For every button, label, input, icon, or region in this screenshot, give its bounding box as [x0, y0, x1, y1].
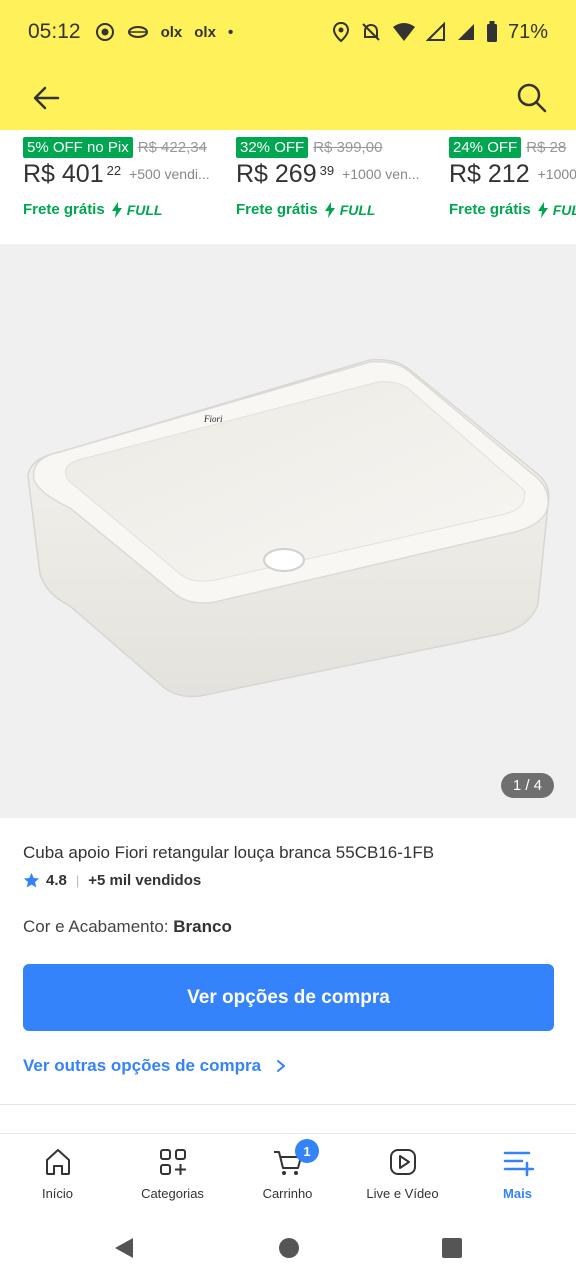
product-card[interactable]: 24% OFF R$ 28 R$ 212 +1000 Frete grátis … [449, 130, 576, 242]
variant-value: Branco [173, 917, 232, 936]
nav-home[interactable]: Início [0, 1134, 115, 1214]
arrow-left-icon[interactable] [28, 80, 64, 116]
nav-label: Carrinho [262, 1186, 313, 1201]
battery-icon [486, 21, 497, 42]
sold-count: +5 mil vendidos [88, 872, 202, 889]
full-badge: FULL [126, 201, 163, 218]
chevron-right-icon [277, 1060, 286, 1072]
nav-categories[interactable]: Categorias [115, 1134, 230, 1214]
star-icon [23, 872, 40, 888]
whatsapp-icon [95, 23, 114, 41]
sold-count: +500 vendi... [129, 166, 210, 182]
old-price: R$ 28 [526, 139, 567, 156]
home-circle-icon[interactable] [278, 1236, 300, 1260]
mute-icon [362, 23, 380, 41]
nav-more[interactable]: Mais [460, 1134, 575, 1214]
discount-badge: 24% OFF [449, 137, 522, 158]
nav-label: Mais [503, 1186, 532, 1201]
product-title: Cuba apoio Fiori retangular louça branca… [23, 843, 435, 862]
menu-more-icon [503, 1151, 534, 1177]
rating-value: 4.8 [46, 872, 67, 889]
system-navigation-bar [0, 1214, 576, 1280]
product-card[interactable]: 5% OFF no Pix R$ 422,34 R$ 401 22 +500 v… [23, 130, 236, 242]
divider [0, 1104, 576, 1105]
rating-summary[interactable]: 4.8 | +5 mil vendidos [23, 872, 201, 889]
other-buy-options-label: Ver outras opções de compra [23, 1056, 262, 1075]
categories-icon [159, 1149, 186, 1175]
price: R$ 212 [449, 160, 530, 188]
buy-options-button[interactable]: Ver opções de compra [23, 964, 554, 1031]
status-time: 05:12 [28, 20, 81, 43]
search-icon[interactable] [514, 80, 550, 116]
product-image-gallery[interactable]: Fiori 1 / 4 [0, 244, 576, 818]
discount-badge: 32% OFF [236, 137, 309, 158]
price-cents: 39 [319, 163, 335, 178]
cart-badge: 1 [295, 1139, 319, 1163]
app-bar [0, 64, 576, 130]
free-shipping-label: Frete grátis [449, 201, 531, 218]
lightning-icon [111, 201, 122, 218]
brand-mark: Fiori [203, 414, 223, 424]
lightning-icon [324, 201, 335, 218]
wifi-icon [392, 23, 415, 41]
old-price: R$ 399,00 [313, 139, 383, 156]
signal-icon [457, 24, 474, 40]
nav-label: Início [41, 1186, 74, 1201]
variant-selector[interactable]: Cor e Acabamento: Branco [23, 917, 232, 937]
bottom-navigation: Início Categorias 1 Carrinho Live e Víde… [0, 1134, 576, 1214]
recents-square-icon[interactable] [441, 1236, 463, 1260]
old-price: R$ 422,34 [137, 139, 207, 156]
price: R$ 401 [23, 160, 104, 188]
notification-dot: • [227, 23, 234, 41]
nav-label: Categorias [141, 1186, 204, 1201]
related-products-carousel[interactable]: 5% OFF no Pix R$ 422,34 R$ 401 22 +500 v… [0, 130, 576, 242]
full-badge: FULL [339, 201, 376, 218]
lightning-icon [537, 201, 548, 218]
separator: | [75, 873, 80, 888]
home-icon [45, 1149, 70, 1175]
other-buy-options-link[interactable]: Ver outras opções de compra [23, 1056, 287, 1076]
nav-live-video[interactable]: Live e Vídeo [345, 1134, 460, 1214]
variant-label: Cor e Acabamento: [23, 917, 169, 936]
play-video-icon [389, 1149, 416, 1175]
product-image: Fiori [27, 358, 550, 698]
battery-level: 71% [507, 20, 548, 43]
discount-badge: 5% OFF no Pix [23, 137, 133, 158]
back-triangle-icon[interactable] [113, 1236, 135, 1260]
location-icon [332, 21, 349, 43]
sold-count: +1000 ven... [342, 166, 420, 182]
signal-outline-icon [425, 22, 445, 41]
price: R$ 269 [236, 160, 317, 188]
free-shipping-label: Frete grátis [23, 201, 105, 218]
sold-count: +1000 [537, 166, 576, 182]
product-card[interactable]: 32% OFF R$ 399,00 R$ 269 39 +1000 ven...… [236, 130, 449, 242]
nav-cart[interactable]: 1 Carrinho [230, 1134, 345, 1214]
olx-icon: olx [160, 23, 183, 41]
full-badge: FUL [552, 201, 576, 218]
free-shipping-label: Frete grátis [236, 201, 318, 218]
image-counter: 1 / 4 [500, 773, 554, 798]
nav-label: Live e Vídeo [366, 1186, 439, 1201]
olx-icon: olx [194, 23, 216, 41]
settings-icon [127, 26, 148, 38]
price-cents: 22 [106, 163, 122, 178]
status-bar: 05:12 olx olx • 71% [0, 0, 576, 64]
